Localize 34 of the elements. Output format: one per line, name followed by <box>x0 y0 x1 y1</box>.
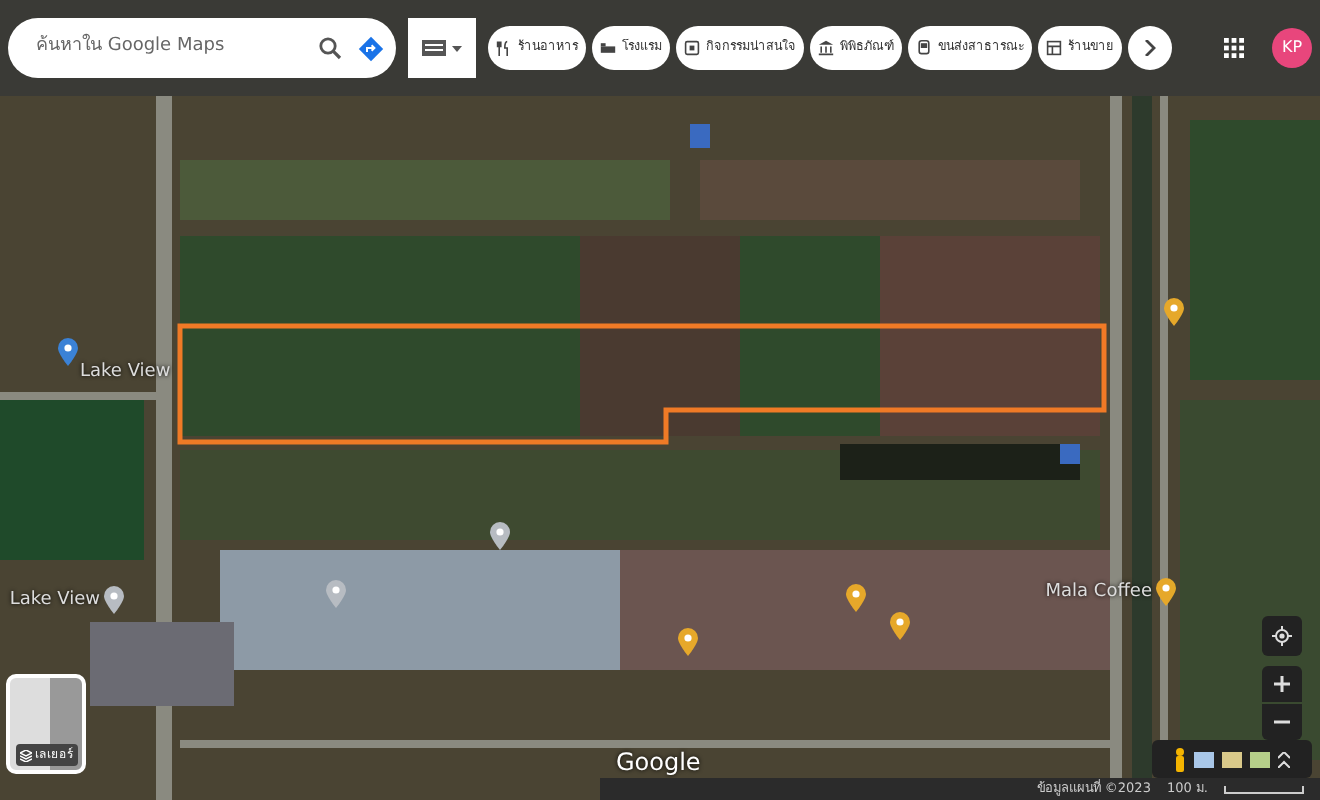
map-pin-icon[interactable] <box>890 612 910 640</box>
place-label[interactable]: Lake View <box>9 588 100 615</box>
pegman-icon[interactable] <box>1174 747 1186 771</box>
keyboard-icon <box>422 40 446 56</box>
expand-icon[interactable] <box>1278 751 1290 767</box>
next-chips-button[interactable] <box>1128 26 1172 70</box>
scale-bar <box>1224 785 1304 793</box>
location-target-icon <box>1272 626 1292 646</box>
layer-toggle-button[interactable] <box>408 18 476 78</box>
chevron-right-icon <box>1144 40 1156 56</box>
fork-knife-icon <box>496 40 512 56</box>
map-pin-icon[interactable] <box>678 628 698 656</box>
map-pin-icon[interactable] <box>104 586 124 614</box>
zoom-out-button[interactable] <box>1262 704 1302 740</box>
account-avatar[interactable]: KP <box>1272 28 1312 68</box>
caret-icon <box>452 45 462 51</box>
map-pin-icon[interactable] <box>490 522 510 550</box>
map-pin-icon[interactable] <box>1164 298 1184 326</box>
search-bar[interactable]: ค้นหาใน Google Maps <box>8 18 396 78</box>
place-label[interactable]: Lake View <box>80 360 171 387</box>
transit-pin-icon[interactable] <box>58 338 78 366</box>
apps-grid-icon[interactable] <box>1224 38 1244 58</box>
layers-icon <box>19 749 31 761</box>
zoom-in-button[interactable] <box>1262 666 1302 702</box>
museum-icon <box>818 40 834 56</box>
directions-icon[interactable] <box>358 35 384 61</box>
blurred-region <box>90 622 234 706</box>
plus-icon <box>1274 676 1290 692</box>
search-icon[interactable] <box>318 36 342 60</box>
map-pin-icon[interactable] <box>1156 578 1176 606</box>
place-label[interactable]: Mala Coffee <box>1045 580 1152 607</box>
google-logo: Google <box>616 746 701 780</box>
my-location-button[interactable] <box>1262 616 1302 656</box>
map-pin-icon[interactable] <box>846 584 866 612</box>
